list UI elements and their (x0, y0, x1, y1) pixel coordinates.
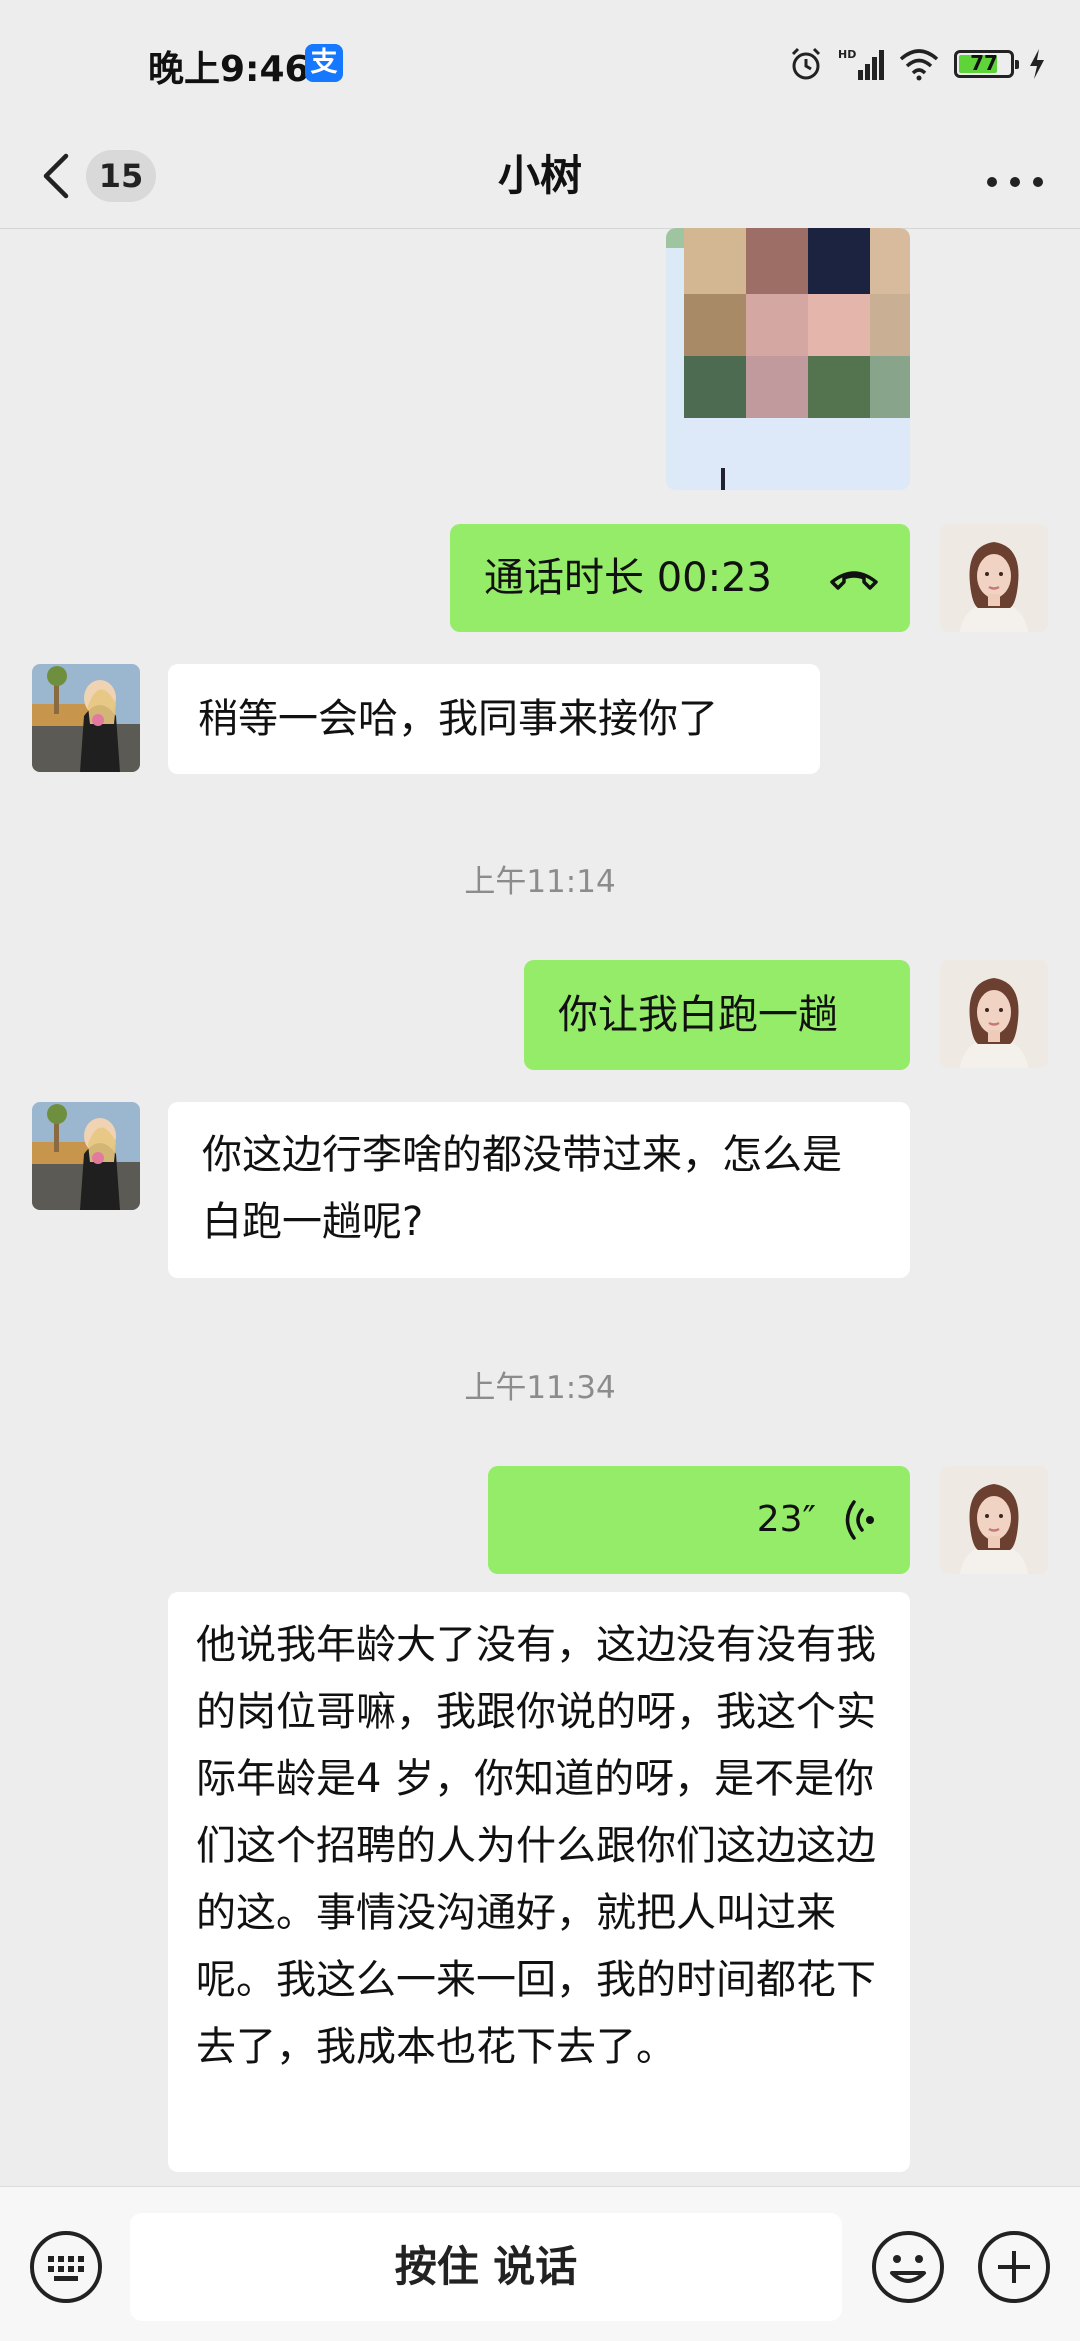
alarm-icon (791, 47, 821, 80)
more-functions-button[interactable] (976, 2229, 1052, 2305)
contact-avatar[interactable] (32, 664, 140, 772)
message-text: 你这边行李啥的都没带过来，怎么是白跑一趟呢? (202, 1132, 842, 1245)
status-icons: HD 77 (788, 42, 1046, 86)
transcription-text: 他说我年龄大了没有，这边没有没有我的岗位哥嘛，我跟你说的呀，我这个实际年龄是4 … (196, 1622, 876, 2070)
charging-icon (1030, 49, 1044, 79)
voice-wave-icon (845, 1500, 874, 1540)
call-record-bubble[interactable]: 通话时长 00:23 (450, 524, 910, 632)
message-text: 你让我白跑一趟 (558, 992, 838, 1038)
contact-avatar[interactable] (32, 1102, 140, 1210)
blurred-photo (666, 228, 910, 490)
woman-portrait (940, 524, 1048, 632)
woman-portrait (940, 960, 1048, 1068)
woman-portrait (940, 1466, 1048, 1574)
svg-text:HD: HD (838, 48, 856, 61)
image-message[interactable] (666, 228, 910, 490)
input-bar: 按住 说话 (0, 2186, 1080, 2341)
phone-hangup-icon (830, 571, 878, 590)
my-avatar[interactable] (940, 1466, 1048, 1574)
my-avatar[interactable] (940, 960, 1048, 1068)
keyboard-toggle-button[interactable] (28, 2229, 104, 2305)
contact-photo (32, 664, 140, 772)
more-options-button[interactable] (980, 146, 1050, 206)
timestamp: 上午11:34 (464, 1370, 616, 1406)
battery-icon: 77 (954, 50, 1019, 78)
contact-photo (32, 1102, 140, 1210)
message-text: 稍等一会哈，我同事来接你了 (198, 696, 718, 742)
timestamp: 上午11:14 (464, 864, 616, 900)
emoji-icon (872, 2231, 944, 2303)
battery-level: 77 (970, 51, 998, 75)
voice-duration: 23″ (756, 1499, 816, 1540)
wifi-icon (899, 49, 939, 81)
alipay-icon: 支 (305, 44, 343, 82)
status-bar: 晚上9:46 支 HD 77 (0, 0, 1080, 128)
message-list[interactable]: 通话时长 00:23 稍等一会哈，我同事来接你了 上午11:14 你让我白跑一趟… (0, 228, 1080, 2186)
voice-message-bubble[interactable]: 23″ (488, 1466, 910, 1574)
chat-title: 小树 (497, 151, 582, 200)
status-time: 晚上9:46 (148, 49, 310, 90)
more-dots-icon (987, 177, 1043, 187)
chat-header: 15 小树 (0, 128, 1080, 229)
my-avatar[interactable] (940, 524, 1048, 632)
plus-icon (978, 2231, 1050, 2303)
voice-transcription-bubble[interactable]: 他说我年龄大了没有，这边没有没有我的岗位哥嘛，我跟你说的呀，我这个实际年龄是4 … (168, 1592, 910, 2172)
call-duration-text: 通话时长 00:23 (484, 555, 772, 601)
emoji-button[interactable] (870, 2229, 946, 2305)
received-message[interactable]: 稍等一会哈，我同事来接你了 (168, 664, 820, 774)
hold-to-talk-button[interactable]: 按住 说话 (130, 2213, 842, 2321)
signal-icon: HD (838, 48, 884, 80)
keyboard-icon (30, 2231, 102, 2303)
sent-message[interactable]: 你让我白跑一趟 (524, 960, 910, 1070)
received-message[interactable]: 你这边行李啥的都没带过来，怎么是白跑一趟呢? (168, 1102, 910, 1278)
